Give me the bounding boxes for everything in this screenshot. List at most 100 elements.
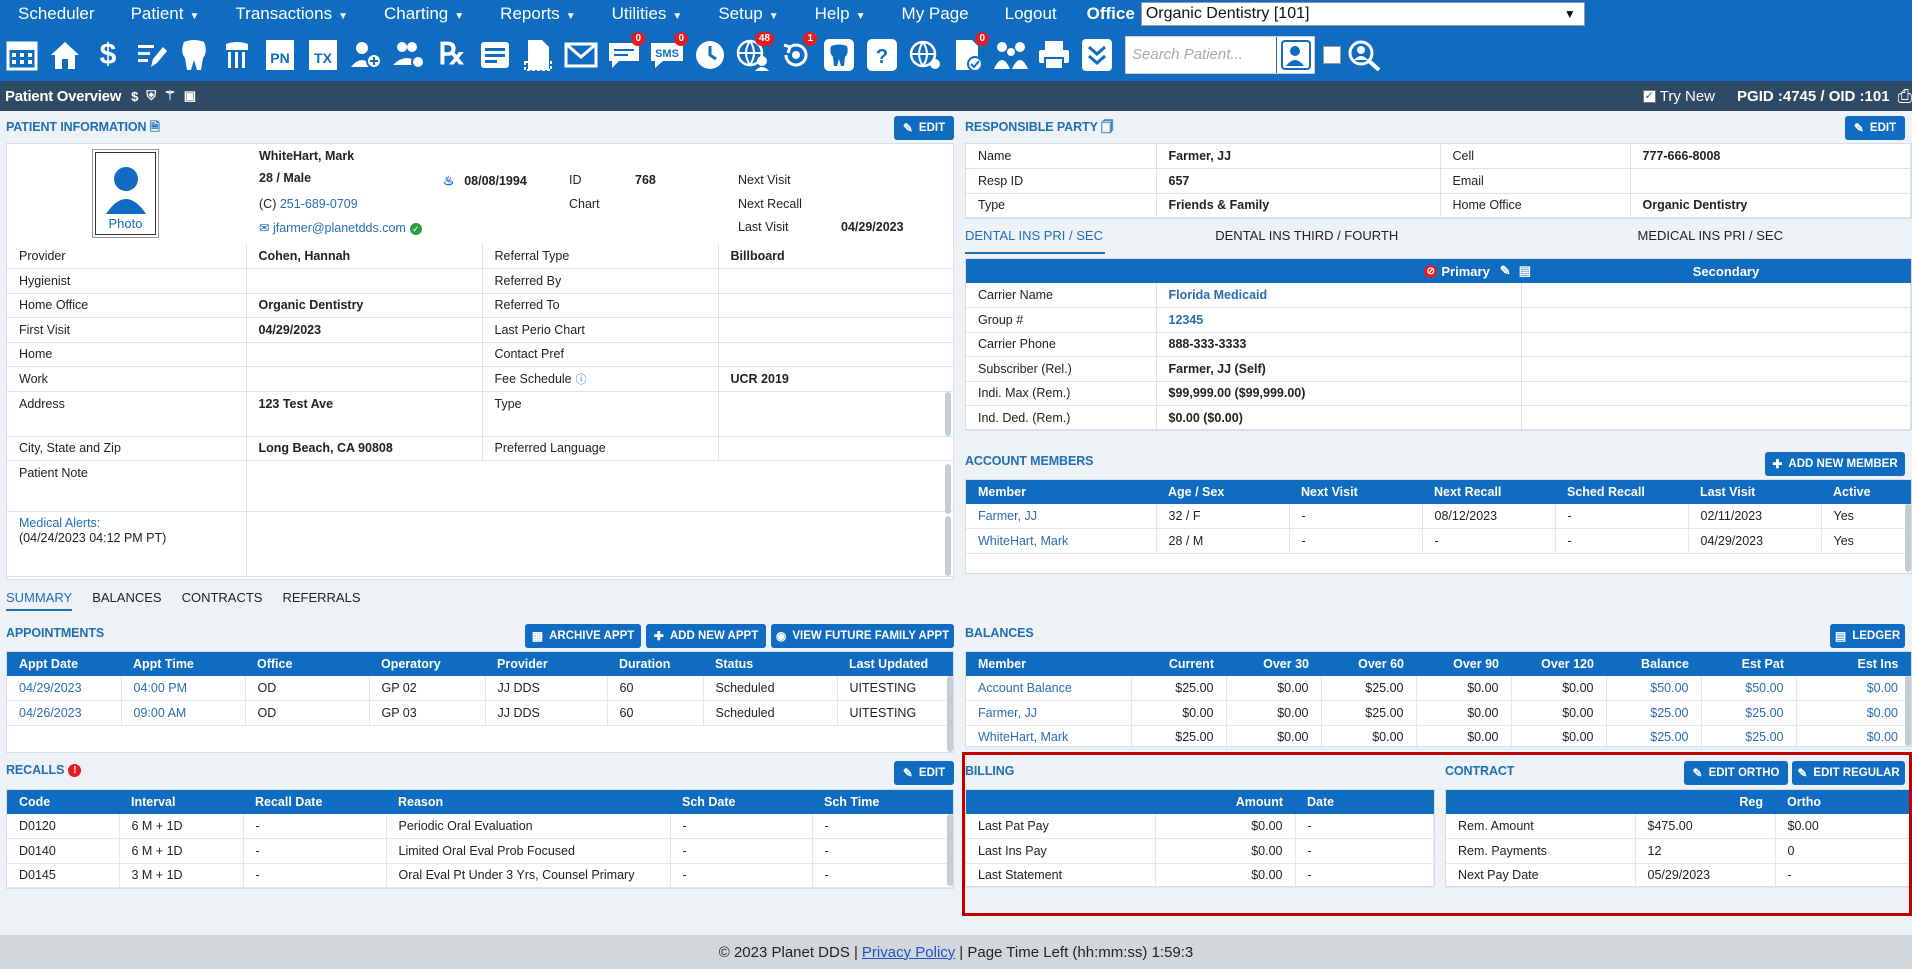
column-header[interactable]: Over 30 [1226, 652, 1321, 676]
column-header[interactable]: Date [1295, 790, 1434, 814]
column-header[interactable] [1446, 790, 1635, 814]
column-header[interactable]: Appt Time [121, 652, 245, 676]
table-cell[interactable]: $50.00 [1606, 676, 1702, 701]
menu-transactions[interactable]: Transactions ▼ [217, 4, 366, 24]
balances-scrollbar[interactable] [1905, 676, 1911, 746]
calendar-icon[interactable] [3, 34, 41, 76]
column-header[interactable]: Current [1131, 652, 1226, 676]
column-header[interactable]: Amount [1155, 790, 1295, 814]
tooth-small-icon[interactable]: ⛨ [146, 88, 156, 104]
column-header[interactable]: Over 90 [1416, 652, 1511, 676]
advanced-search-icon[interactable] [1345, 34, 1383, 76]
search-patient-input[interactable]: Search Patient... [1125, 35, 1315, 74]
menu-help[interactable]: Help ▼ [797, 4, 884, 24]
menu-charting[interactable]: Charting ▼ [366, 4, 482, 24]
menu-setup[interactable]: Setup ▼ [700, 4, 796, 24]
table-cell[interactable]: 09:00 AM [121, 700, 246, 726]
column-header[interactable]: Interval [119, 790, 243, 814]
insurance-tab[interactable]: DENTAL INS THIRD / FOURTH [1105, 228, 1509, 254]
table-cell[interactable]: Account Balance [966, 676, 1132, 701]
add-member-button[interactable]: ✚ ADD NEW MEMBER [1765, 452, 1905, 476]
table-cell[interactable]: $0.00 [1796, 676, 1911, 701]
table-cell[interactable]: $0.00 [1796, 725, 1911, 750]
documents-icon[interactable] [519, 34, 557, 76]
table-cell[interactable]: $0.00 [1796, 700, 1911, 726]
email-icon[interactable] [562, 34, 600, 76]
camera-icon[interactable]: ▣ [184, 88, 196, 104]
column-header[interactable]: Over 120 [1511, 652, 1606, 676]
sms-icon[interactable]: SMS 0 [648, 31, 688, 76]
search-option-checkbox[interactable] [1323, 45, 1341, 64]
column-header[interactable]: Status [703, 652, 837, 676]
table-cell[interactable]: 04/26/2023 [7, 700, 122, 726]
perio-small-icon[interactable]: ⚚ [164, 88, 176, 104]
recalls-edit-button[interactable]: ✎ EDIT [894, 761, 954, 785]
print-small-icon[interactable]: ⎙ [1898, 86, 1912, 107]
edit-doc-icon[interactable]: ✎ [1500, 263, 1511, 279]
globe-settings-icon[interactable] [906, 34, 944, 76]
ledger-button[interactable]: ▤ LEDGER [1830, 624, 1905, 648]
column-header[interactable]: Provider [485, 652, 607, 676]
column-header[interactable]: Age / Sex [1156, 480, 1289, 504]
online-patients-icon[interactable]: 48 [734, 31, 774, 76]
document-icon[interactable]: 🗎 [150, 120, 160, 134]
column-header[interactable]: Est Ins [1796, 652, 1911, 676]
responsible-edit-button[interactable]: ✎ EDIT [1845, 116, 1905, 140]
add-patient-icon[interactable] [347, 34, 385, 76]
patient-scrollbar-2[interactable] [945, 464, 951, 514]
column-header[interactable]: Over 60 [1321, 652, 1416, 676]
table-cell[interactable]: $50.00 [1701, 676, 1797, 701]
form-check-icon[interactable]: 0 [949, 31, 989, 76]
tooth-chart-icon[interactable] [175, 34, 213, 76]
column-header[interactable]: Balance [1606, 652, 1701, 676]
column-header[interactable]: Member [966, 480, 1156, 504]
perio-tooth-icon[interactable] [218, 34, 256, 76]
menu-scheduler[interactable]: Scheduler [0, 4, 113, 24]
expand-down-icon[interactable] [1078, 34, 1116, 76]
table-cell[interactable]: WhiteHart, Mark [966, 528, 1157, 554]
column-header[interactable]: Recall Date [243, 790, 386, 814]
messages-icon[interactable]: 0 [605, 31, 645, 76]
home-icon[interactable] [46, 34, 84, 76]
add-appt-button[interactable]: ✚ ADD NEW APPT [646, 624, 766, 648]
tab-balances[interactable]: BALANCES [92, 590, 161, 611]
table-cell[interactable]: 04:00 PM [121, 676, 246, 701]
edit-list-icon[interactable] [132, 34, 170, 76]
column-header[interactable]: Operatory [369, 652, 485, 676]
table-cell[interactable]: Farmer, JJ [966, 700, 1132, 726]
menu-utilities[interactable]: Utilities ▼ [594, 4, 701, 24]
phone-link[interactable]: 251-689-0709 [280, 197, 358, 211]
office-select[interactable]: Organic Dentistry [101] ▼ [1140, 2, 1585, 26]
table-cell[interactable]: $25.00 [1606, 700, 1702, 726]
patient-photo[interactable]: Photo [95, 152, 156, 235]
email-link[interactable]: jfarmer@planetdds.com [273, 221, 406, 235]
column-header[interactable]: Next Recall [1422, 480, 1555, 504]
patient-search-icon[interactable] [1276, 36, 1314, 73]
column-header[interactable]: Appt Date [7, 652, 121, 676]
column-header[interactable]: Last Visit [1688, 480, 1821, 504]
privacy-policy-link[interactable]: Privacy Policy [862, 944, 955, 961]
menu-logout[interactable]: Logout [987, 4, 1075, 24]
column-header[interactable]: Est Pat [1701, 652, 1796, 676]
info-icon[interactable]: ⓘ [576, 374, 587, 386]
insurance-value[interactable]: 12345 [1156, 307, 1522, 333]
column-header[interactable]: Duration [607, 652, 703, 676]
tab-summary[interactable]: SUMMARY [6, 590, 73, 611]
notes-icon[interactable] [476, 34, 514, 76]
table-cell[interactable]: $25.00 [1701, 700, 1797, 726]
edit-regular-button[interactable]: ✎ EDIT REGULAR [1792, 761, 1905, 785]
recalls-scrollbar[interactable] [947, 814, 953, 886]
column-header[interactable]: Ortho [1775, 790, 1911, 814]
patient-scrollbar-3[interactable] [945, 516, 951, 576]
table-cell[interactable]: 04/29/2023 [7, 676, 122, 701]
archive-appt-button[interactable]: ▦ ARCHIVE APPT [525, 624, 641, 648]
treatment-plan-icon[interactable]: TX [304, 34, 342, 76]
print-icon[interactable] [1035, 34, 1073, 76]
dollar-icon[interactable]: $ [131, 89, 138, 104]
try-new-checkbox[interactable]: ✓ [1642, 89, 1656, 103]
column-header[interactable]: Sched Recall [1555, 480, 1688, 504]
alerts-label[interactable]: Medical Alerts: [19, 516, 100, 530]
column-header[interactable]: Reason [386, 790, 670, 814]
column-header[interactable]: Active [1821, 480, 1911, 504]
insurance-value[interactable]: Florida Medicaid [1156, 283, 1522, 308]
